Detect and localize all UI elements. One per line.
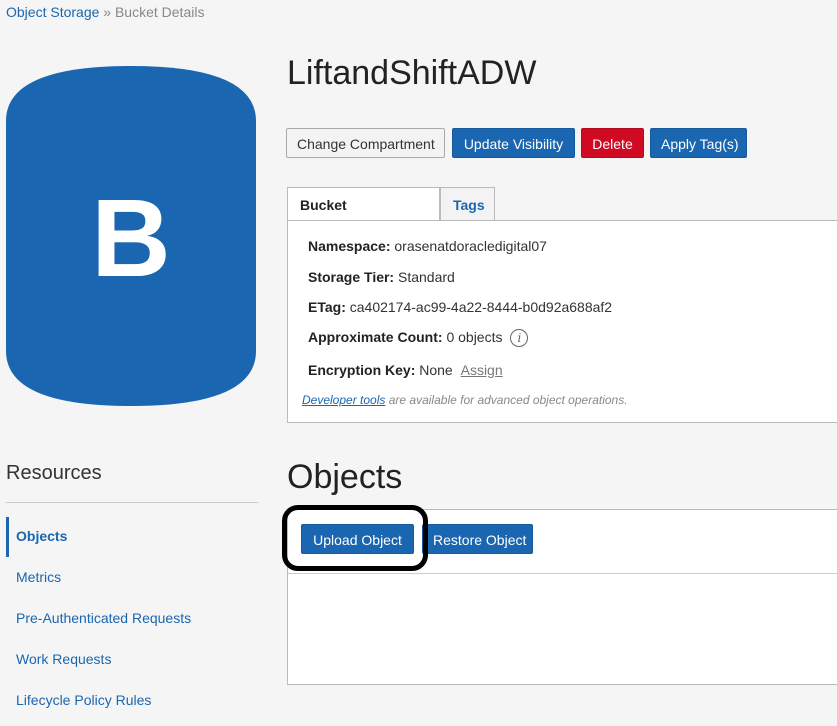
approximate-count-value: 0 objects bbox=[446, 329, 503, 345]
sidebar-item-label: Metrics bbox=[16, 569, 62, 585]
sidebar-item-objects[interactable]: Objects bbox=[6, 517, 261, 557]
breadcrumb-object-storage-link[interactable]: Object Storage bbox=[6, 4, 99, 20]
tab-bucket-information[interactable]: Bucket Information bbox=[287, 187, 440, 247]
page-title: LiftandShiftADW bbox=[287, 54, 537, 92]
restore-object-button[interactable]: Restore Object bbox=[422, 524, 533, 554]
encryption-key-value: None bbox=[419, 362, 453, 378]
approximate-count-label: Approximate Count: bbox=[308, 329, 443, 345]
upload-object-button[interactable]: Upload Object bbox=[301, 524, 414, 554]
objects-toolbar-divider bbox=[288, 573, 837, 574]
info-icon[interactable]: i bbox=[510, 329, 529, 348]
sidebar-item-label: Lifecycle Policy Rules bbox=[16, 692, 152, 708]
etag-label: ETag: bbox=[308, 299, 346, 315]
assign-encryption-link[interactable]: Assign bbox=[461, 362, 503, 378]
namespace-value: orasenatdoracledigital07 bbox=[394, 238, 547, 254]
delete-button[interactable]: Delete bbox=[581, 128, 644, 158]
bucket-icon-letter: B bbox=[91, 177, 170, 300]
storage-tier-row: Storage Tier: Standard bbox=[308, 269, 455, 285]
sidebar-item-metrics[interactable]: Metrics bbox=[6, 558, 258, 598]
tab-tags[interactable]: Tags bbox=[440, 187, 495, 221]
breadcrumb: Object Storage » Bucket Details bbox=[6, 4, 204, 20]
bucket-icon: B bbox=[6, 66, 256, 406]
sidebar-item-lifecycle-policy-rules[interactable]: Lifecycle Policy Rules bbox=[6, 681, 258, 721]
resources-title: Resources bbox=[6, 462, 102, 484]
etag-row: ETag: ca402174-ac99-4a22-8444-b0d92a688a… bbox=[308, 299, 612, 315]
sidebar-item-label: Objects bbox=[16, 528, 68, 544]
developer-tools-note: Developer tools are available for advanc… bbox=[302, 393, 628, 407]
sidebar-item-label: Work Requests bbox=[16, 651, 112, 667]
breadcrumb-current: Bucket Details bbox=[114, 4, 205, 20]
namespace-row: Namespace: orasenatdoracledigital07 bbox=[308, 238, 547, 254]
sidebar-item-label: Pre-Authenticated Requests bbox=[16, 610, 192, 626]
breadcrumb-separator: » bbox=[103, 4, 112, 20]
objects-title: Objects bbox=[287, 458, 403, 496]
storage-tier-value: Standard bbox=[398, 269, 455, 285]
approximate-count-row: Approximate Count: 0 objects i bbox=[308, 329, 529, 348]
encryption-key-row: Encryption Key: None Assign bbox=[308, 362, 503, 378]
bucket-information-panel: Namespace: orasenatdoracledigital07 Stor… bbox=[287, 220, 837, 423]
namespace-label: Namespace: bbox=[308, 238, 391, 254]
developer-tools-link[interactable]: Developer tools bbox=[302, 393, 385, 407]
change-compartment-button[interactable]: Change Compartment bbox=[286, 128, 445, 158]
sidebar-item-work-requests[interactable]: Work Requests bbox=[6, 640, 258, 680]
apply-tags-button[interactable]: Apply Tag(s) bbox=[650, 128, 747, 158]
resources-divider bbox=[6, 502, 258, 503]
developer-tools-note-text: are available for advanced object operat… bbox=[388, 393, 628, 407]
etag-value: ca402174-ac99-4a22-8444-b0d92a688af2 bbox=[349, 299, 613, 315]
encryption-key-label: Encryption Key: bbox=[308, 362, 416, 378]
storage-tier-label: Storage Tier: bbox=[308, 269, 395, 285]
sidebar-item-pre-authenticated-requests[interactable]: Pre-Authenticated Requests bbox=[6, 599, 258, 639]
update-visibility-button[interactable]: Update Visibility bbox=[452, 128, 575, 158]
